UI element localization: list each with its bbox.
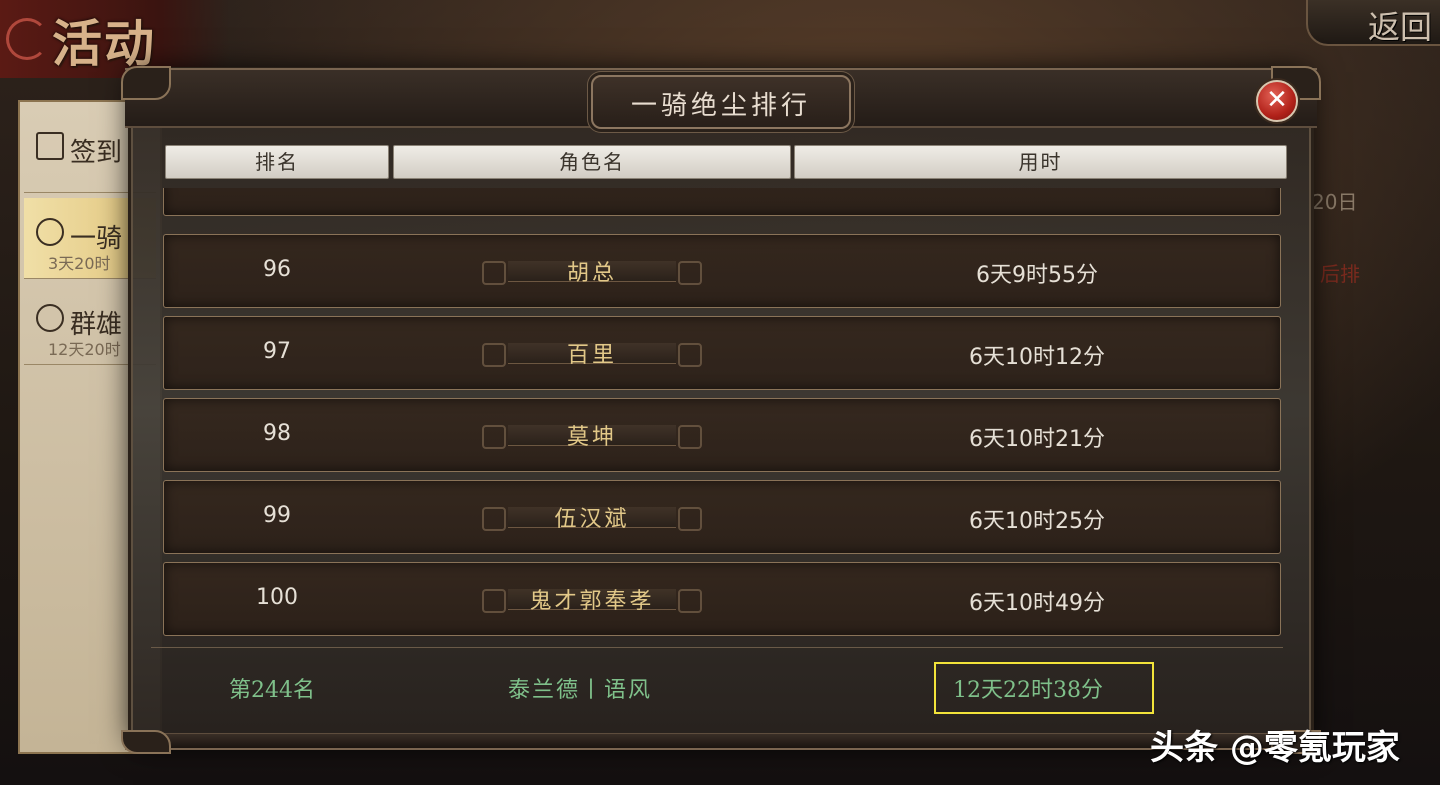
name-plate: 莫坤 bbox=[482, 419, 702, 451]
my-rank: 第244名 bbox=[229, 678, 315, 703]
row-player-name: 百里 bbox=[566, 343, 617, 368]
divider bbox=[151, 647, 1283, 648]
row-time: 6天9时55分 bbox=[976, 263, 1098, 288]
modal-title: 一骑绝尘排行 bbox=[630, 91, 811, 121]
leaderboard-list[interactable]: 96 胡总 6天9时55分 97 百里 6天10时12分 98 莫坤 6天10时… bbox=[151, 188, 1283, 642]
row-player-name: 莫坤 bbox=[566, 425, 617, 450]
row-time: 6天10时12分 bbox=[969, 345, 1105, 370]
name-plate: 伍汉斌 bbox=[482, 501, 702, 533]
row-player-name: 胡总 bbox=[566, 261, 617, 286]
name-plate: 胡总 bbox=[482, 255, 702, 287]
activity-title-banner: 活动 bbox=[0, 0, 230, 78]
frame-corner-ornament bbox=[121, 66, 171, 100]
side-menu-item-countdown: 3天20时 bbox=[48, 254, 111, 273]
side-menu-item-countdown: 12天20时 bbox=[48, 340, 121, 359]
leaderboard-modal: 一骑绝尘排行 ✕ 排名 角色名 用时 96 胡总 6天9时55分 97 百里 6… bbox=[121, 66, 1321, 754]
row-rank: 96 bbox=[263, 257, 291, 282]
side-menu-item-label: 签到 bbox=[70, 138, 123, 168]
cavalry-icon bbox=[36, 304, 64, 332]
leaderboard-row-partial bbox=[163, 188, 1281, 216]
column-header-time[interactable]: 用时 bbox=[794, 145, 1287, 179]
name-plate: 鬼才郭奉孝 bbox=[482, 583, 702, 615]
row-rank: 97 bbox=[263, 339, 291, 364]
row-time: 6天10时49分 bbox=[969, 591, 1105, 616]
row-rank: 98 bbox=[263, 421, 291, 446]
background-note-text: 后排 bbox=[1320, 262, 1360, 286]
watermark: 头条 @零氪玩家 bbox=[1150, 728, 1400, 768]
leaderboard-row[interactable]: 96 胡总 6天9时55分 bbox=[163, 234, 1281, 308]
frame-corner-ornament bbox=[121, 730, 171, 754]
column-header-rank[interactable]: 排名 bbox=[165, 145, 389, 179]
swirl-ornament-icon bbox=[6, 18, 48, 60]
row-player-name: 伍汉斌 bbox=[554, 507, 630, 532]
name-plate: 百里 bbox=[482, 337, 702, 369]
back-button-label: 返回 bbox=[1367, 8, 1432, 46]
back-button[interactable]: 返回 bbox=[1306, 0, 1440, 46]
row-rank: 99 bbox=[263, 503, 291, 528]
leaderboard-row[interactable]: 100 鬼才郭奉孝 6天10时49分 bbox=[163, 562, 1281, 636]
column-header-name[interactable]: 角色名 bbox=[393, 145, 791, 179]
checkbox-calendar-icon bbox=[36, 132, 64, 160]
leaderboard-row[interactable]: 98 莫坤 6天10时21分 bbox=[163, 398, 1281, 472]
horse-icon bbox=[36, 218, 64, 246]
leaderboard-row[interactable]: 99 伍汉斌 6天10时25分 bbox=[163, 480, 1281, 554]
close-icon: ✕ bbox=[1266, 85, 1288, 115]
row-player-name: 鬼才郭奉孝 bbox=[529, 589, 655, 614]
row-time: 6天10时21分 bbox=[969, 427, 1105, 452]
modal-bottom-frame bbox=[125, 733, 1317, 750]
close-button[interactable]: ✕ bbox=[1256, 80, 1298, 122]
my-player-name: 泰兰德丨语风 bbox=[508, 678, 653, 703]
modal-title-plate: 一骑绝尘排行 bbox=[591, 75, 851, 129]
background-date-text: 20日 bbox=[1312, 190, 1358, 214]
leaderboard-row[interactable]: 97 百里 6天10时12分 bbox=[163, 316, 1281, 390]
row-time: 6天10时25分 bbox=[969, 509, 1105, 534]
row-rank: 100 bbox=[256, 585, 298, 610]
my-time: 12天22时38分 bbox=[953, 678, 1103, 703]
